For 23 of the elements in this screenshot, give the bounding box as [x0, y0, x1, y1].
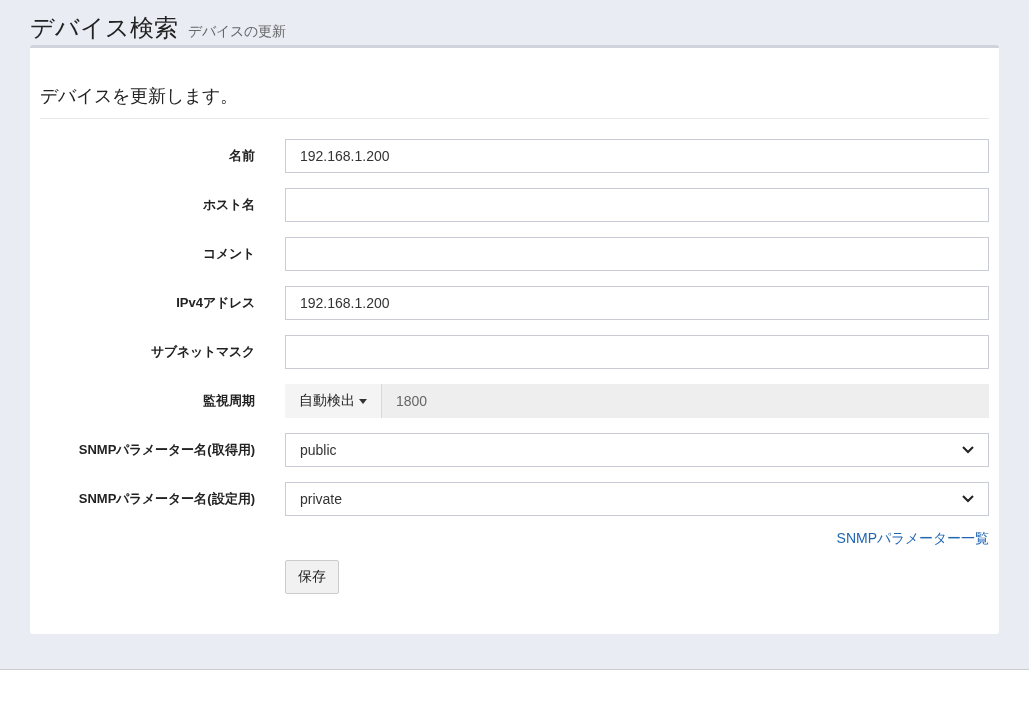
page-title: デバイス検索 [30, 13, 178, 43]
field-label: SNMPパラメーター名(取得用) [77, 441, 255, 459]
text-field[interactable] [285, 188, 989, 222]
save-button[interactable]: 保存 [285, 560, 339, 594]
field-label: 名前 [228, 147, 255, 165]
text-field[interactable] [285, 335, 989, 369]
form-description: デバイスを更新します。 [40, 48, 989, 119]
field-label: 監視周期 [202, 392, 255, 410]
field-label: サブネットマスク [150, 343, 255, 361]
select-field[interactable]: private [285, 482, 989, 516]
field-label: ホスト名 [202, 196, 255, 214]
snmp-parameter-list-link[interactable]: SNMPパラメーター一覧 [836, 530, 989, 546]
field-label: コメント [202, 245, 255, 263]
chevron-down-icon [962, 495, 974, 503]
text-field[interactable] [285, 237, 989, 271]
page-subtitle: デバイスの更新 [188, 23, 286, 41]
text-field[interactable]: 192.168.1.200 [285, 286, 989, 320]
field-label: SNMPパラメーター名(設定用) [77, 490, 255, 508]
select-field[interactable]: public [285, 433, 989, 467]
field-label: IPv4アドレス [175, 294, 255, 312]
caret-icon [359, 398, 367, 404]
chevron-down-icon [962, 446, 974, 454]
text-field[interactable]: 192.168.1.200 [285, 139, 989, 173]
